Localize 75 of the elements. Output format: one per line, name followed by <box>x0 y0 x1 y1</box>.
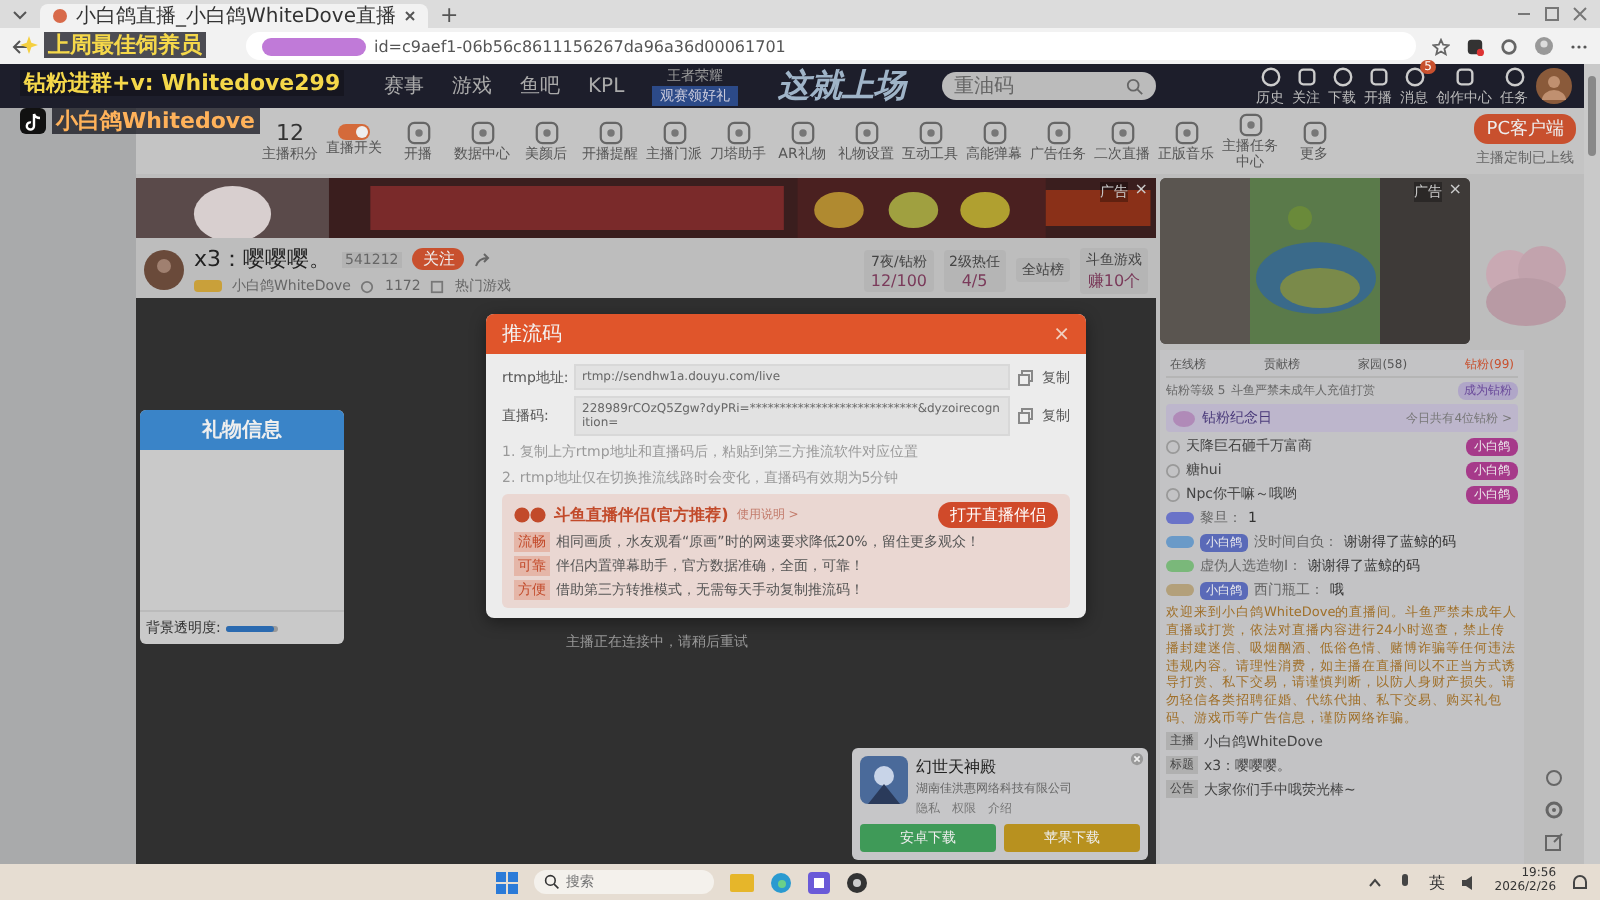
tool-icon[interactable] <box>597 119 623 146</box>
nav-link[interactable]: 游戏 <box>452 72 492 100</box>
back-icon[interactable] <box>12 37 30 55</box>
score-value: 12 <box>276 119 304 146</box>
app-logo-icon <box>514 506 546 525</box>
avatar-icon <box>144 250 184 291</box>
stream-overlay-text: 钻粉进群+v: Whitedove299 <box>20 70 345 96</box>
search-icon[interactable] <box>1126 77 1145 95</box>
tool-icon[interactable] <box>661 119 687 146</box>
close-button[interactable]: × <box>1134 182 1148 199</box>
address-field[interactable]: id=c9aef1-06b56c8611156267da96a36d00061701 <box>246 32 1416 60</box>
search-box[interactable]: 重油码 <box>942 72 1157 100</box>
redaction-block <box>262 37 366 55</box>
tool-icon[interactable] <box>533 119 559 146</box>
panel-header: 礼物信息 <box>140 410 344 451</box>
tool-icon[interactable] <box>789 119 815 146</box>
tool-icon[interactable] <box>917 119 943 146</box>
tool-icon[interactable] <box>981 119 1007 146</box>
close-icon[interactable] <box>1572 6 1588 22</box>
tool-icon[interactable] <box>1045 119 1071 146</box>
tool-icon[interactable] <box>725 119 751 146</box>
nav-link[interactable]: KPL <box>588 75 625 97</box>
live-toggle[interactable] <box>338 124 370 141</box>
badge-icon <box>1172 409 1196 428</box>
search-icon <box>544 874 561 890</box>
game-title: 幻世天神殿 <box>916 756 998 778</box>
music-note-icon <box>20 108 46 134</box>
pc-client-button[interactable]: PC客户端 <box>1474 114 1576 145</box>
windows-icon[interactable] <box>496 871 519 893</box>
profile-icon[interactable] <box>1534 36 1554 56</box>
nav-link[interactable]: 鱼吧 <box>520 72 560 100</box>
promo-title: 斗鱼直播伴侣(官方推荐) <box>554 504 729 527</box>
tool-icon[interactable] <box>469 119 495 146</box>
tool-icon[interactable] <box>1173 119 1199 146</box>
share-icon[interactable] <box>474 251 491 268</box>
sparkle-icon <box>20 36 38 54</box>
avatar-icon[interactable] <box>1536 68 1572 104</box>
event-logo: 这就上场 <box>778 65 907 107</box>
scrollbar-thumb[interactable] <box>1588 76 1596 156</box>
tool-icon[interactable] <box>853 119 879 146</box>
microphone-icon[interactable] <box>1398 873 1413 891</box>
record-icon[interactable] <box>846 871 869 893</box>
stream-overlay-text: 上周最佳饲养员 <box>44 32 206 58</box>
close-button[interactable]: × <box>1053 323 1070 346</box>
star-icon[interactable] <box>1432 37 1450 55</box>
dialog-title: 推流码 <box>502 321 562 349</box>
nav-link[interactable]: 赛事 <box>384 72 424 100</box>
opacity-slider[interactable] <box>226 625 279 632</box>
follow-button[interactable]: 关注 <box>412 248 465 271</box>
close-button[interactable]: × <box>1448 182 1462 199</box>
copy-icon[interactable] <box>1018 369 1034 386</box>
input-method[interactable]: 英 <box>1428 871 1445 893</box>
tool-icon[interactable] <box>1109 119 1135 146</box>
copy-icon[interactable] <box>1018 408 1034 425</box>
edit-icon[interactable] <box>1544 832 1564 852</box>
maximize-icon[interactable] <box>1544 6 1560 22</box>
search-field[interactable]: 重油码 <box>954 75 1127 97</box>
extension-icon[interactable] <box>1466 37 1484 55</box>
tool-icon[interactable] <box>1237 112 1263 138</box>
chevron-icon[interactable] <box>12 6 28 22</box>
close-icon[interactable] <box>403 10 416 22</box>
favicon-icon <box>52 8 68 24</box>
tool-icon[interactable] <box>1301 119 1327 146</box>
settings-icon[interactable] <box>1544 800 1564 820</box>
app-icon[interactable] <box>808 871 831 893</box>
stream-overlay-text: 小白鸽Whitedove <box>52 108 260 134</box>
level-badge <box>194 280 222 293</box>
game-icon <box>860 756 908 804</box>
room-title: x3：嘤嘤嘤。 <box>194 244 332 275</box>
browser-icon[interactable] <box>770 871 793 893</box>
chevron-up-icon[interactable] <box>1368 877 1383 887</box>
new-tab-button[interactable]: + <box>439 1 459 27</box>
browser-tab[interactable]: 小白鸽直播_小白鸽WhiteDove直播 <box>40 4 428 28</box>
tool-icon[interactable] <box>405 119 431 146</box>
open-app-button[interactable]: 打开直播伴侣 <box>938 502 1058 529</box>
